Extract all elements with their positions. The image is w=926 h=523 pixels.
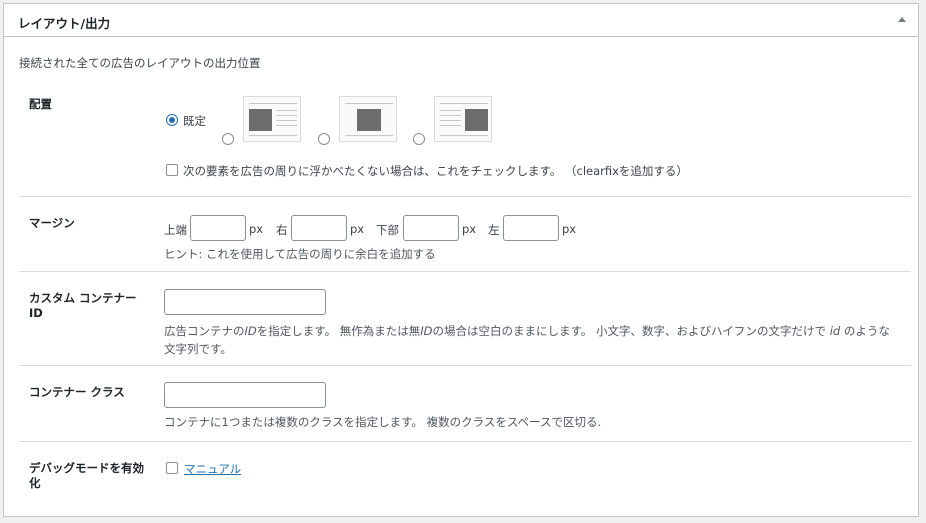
margin-top-unit: px: [249, 222, 264, 236]
container-id-hint: 広告コンテナのIDを指定します。 無作為または無IDの場合は空白のままにします。…: [164, 324, 890, 356]
placement-radio-left[interactable]: [222, 133, 234, 145]
container-id-label: カスタム コンテナー ID: [29, 291, 137, 320]
margin-right-input[interactable]: [291, 215, 347, 241]
placement-radio-default[interactable]: [166, 114, 178, 126]
float-left-thumbnail[interactable]: [243, 96, 301, 142]
panel-header[interactable]: レイアウト/出力: [4, 4, 918, 37]
margin-top-input[interactable]: [190, 215, 246, 241]
margin-bottom-label: 下部: [376, 223, 399, 237]
float-right-thumbnail[interactable]: [434, 96, 492, 142]
debug-mode-checkbox[interactable]: [166, 462, 178, 474]
panel-description: 接続された全ての広告のレイアウトの出力位置: [19, 56, 261, 70]
container-class-hint: コンテナに1つまたは複数のクラスを指定します。 複数のクラスをスペースで区切る.: [164, 415, 602, 429]
margin-bottom-unit: px: [462, 222, 477, 236]
margin-bottom-input[interactable]: [403, 215, 459, 241]
container-class-row: コンテナー クラス コンテナに1つまたは複数のクラスを指定します。 複数のクラス…: [19, 366, 911, 442]
manual-link[interactable]: マニュアル: [184, 461, 241, 477]
placement-label: 配置: [29, 97, 52, 111]
margin-left-input[interactable]: [503, 215, 559, 241]
debug-mode-label: デバッグモードを有効化: [29, 461, 144, 490]
panel-title: レイアウト/出力: [18, 16, 111, 31]
clearfix-label: 次の要素を広告の周りに浮かべたくない場合は、これをチェックします。 （clear…: [183, 164, 688, 178]
placement-radio-center[interactable]: [318, 133, 330, 145]
container-class-label: コンテナー クラス: [29, 385, 125, 399]
margin-right-label: 右: [276, 223, 288, 237]
container-id-input[interactable]: [164, 289, 326, 315]
float-center-thumbnail[interactable]: [339, 96, 397, 142]
margin-right-unit: px: [350, 222, 365, 236]
placement-radio-right[interactable]: [413, 133, 425, 145]
collapse-arrow-icon[interactable]: [898, 17, 906, 22]
margin-left-label: 左: [488, 223, 500, 237]
margin-left-unit: px: [562, 222, 577, 236]
placement-row: 配置 既定 次の要素を広告の周りに浮かべたくない場合は、これをチェックします。 …: [19, 84, 911, 197]
placement-default-label: 既定: [183, 114, 206, 128]
margin-hint: ヒント: これを使用して広告の周りに余白を追加する: [164, 247, 436, 261]
container-class-input[interactable]: [164, 382, 326, 408]
margin-label: マージン: [29, 216, 75, 230]
clearfix-checkbox[interactable]: [166, 164, 178, 176]
margin-row: マージン 上端 px 右 px 下部 px 左 px ヒント: これを使用して広…: [19, 197, 911, 272]
container-id-row: カスタム コンテナー ID 広告コンテナのIDを指定します。 無作為または無IDの…: [19, 272, 911, 366]
margin-top-label: 上端: [164, 223, 187, 237]
layout-output-panel: レイアウト/出力 接続された全ての広告のレイアウトの出力位置 配置 既定 次の要…: [3, 3, 919, 517]
debug-row: デバッグモードを有効化 マニュアル: [19, 442, 911, 502]
